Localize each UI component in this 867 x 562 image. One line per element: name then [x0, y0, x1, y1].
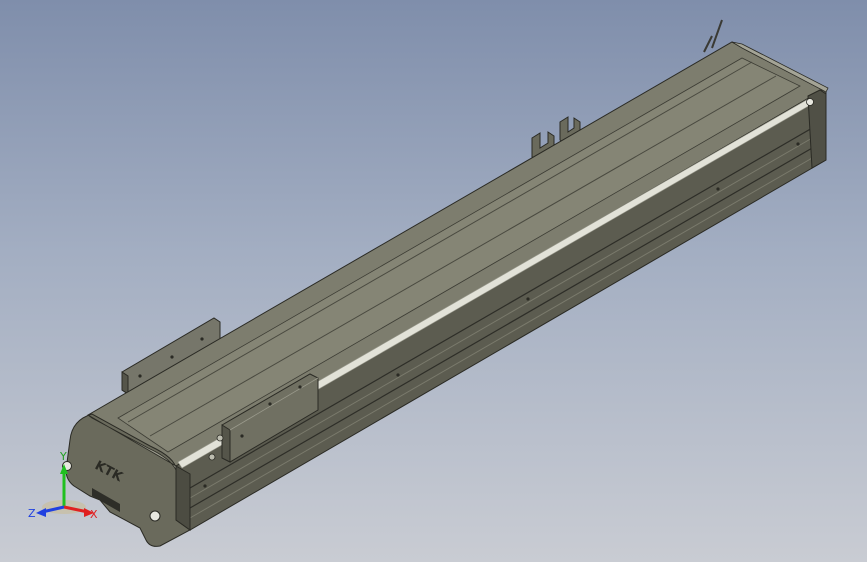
y-axis-label: Y: [59, 450, 67, 463]
actuator-body: [87, 41, 828, 531]
cad-viewport[interactable]: KTK Y X Z: [0, 0, 867, 562]
x-axis-label: X: [90, 508, 98, 521]
z-axis-label: Z: [28, 507, 36, 520]
cable-stub: [703, 19, 723, 53]
